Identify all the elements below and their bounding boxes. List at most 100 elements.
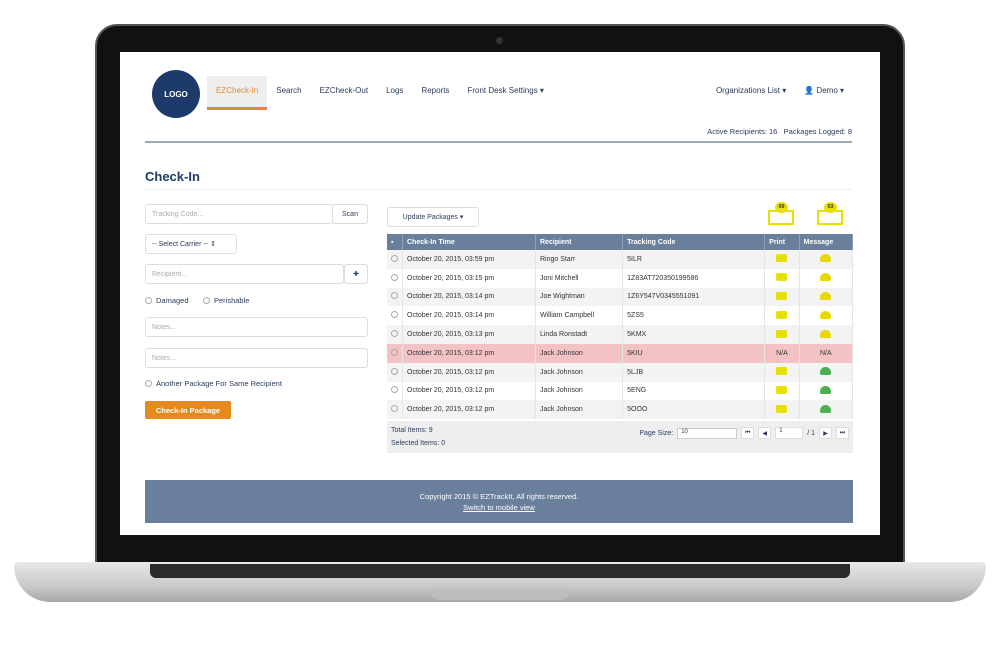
message-cell[interactable] bbox=[799, 250, 854, 269]
perishable-radio[interactable] bbox=[203, 297, 210, 304]
prev-page-button[interactable]: ◀ bbox=[758, 427, 772, 439]
table-row[interactable]: October 20, 2015, 03:14 pm Joe Wightman 1Z… bbox=[387, 287, 854, 307]
print-cell[interactable] bbox=[764, 268, 800, 288]
message-icon[interactable] bbox=[820, 367, 832, 376]
recipient-input[interactable]: Recipient... bbox=[145, 264, 344, 284]
print-cell[interactable] bbox=[764, 400, 800, 420]
message-icon[interactable] bbox=[820, 310, 832, 319]
row-checkbox[interactable] bbox=[387, 343, 403, 363]
nav-search[interactable]: Search bbox=[267, 76, 310, 110]
message-icon[interactable] bbox=[820, 385, 832, 394]
print-icon[interactable] bbox=[776, 254, 788, 263]
damaged-option[interactable]: Damaged bbox=[145, 296, 189, 305]
row-checkbox[interactable] bbox=[387, 325, 403, 344]
table-row[interactable]: October 20, 2015, 03:12 pm Jack Johnson 5K… bbox=[387, 343, 854, 363]
cell: Linda Ronstadt bbox=[535, 325, 624, 344]
col-recipient[interactable]: Recipient bbox=[535, 234, 624, 250]
scan-button[interactable]: Scan bbox=[332, 204, 368, 224]
print-icon[interactable] bbox=[776, 291, 788, 300]
row-checkbox[interactable] bbox=[387, 287, 403, 307]
print-icon[interactable] bbox=[776, 329, 788, 338]
update-packages-button[interactable]: Update Packages ▾ bbox=[387, 207, 479, 227]
packages-table: ▪ Check-In Time Recipient Tracking Code … bbox=[387, 234, 854, 420]
select-all-checkbox[interactable]: ▪ bbox=[387, 234, 403, 250]
table-row[interactable]: October 20, 2015, 03:13 pm Linda Ronstadt… bbox=[387, 325, 854, 344]
carrier-select[interactable]: -- Select Carrier -- ⇕ bbox=[145, 234, 237, 254]
another-package-option[interactable]: Another Package For Same Recipient bbox=[145, 379, 282, 388]
organizations-list-menu[interactable]: Organizations List ▾ bbox=[716, 76, 786, 106]
damaged-radio[interactable] bbox=[145, 297, 152, 304]
table-row[interactable]: October 20, 2015, 03:15 pm Joni Mitchell 1… bbox=[387, 268, 854, 288]
cell: 5ENG bbox=[622, 381, 766, 401]
row-checkbox[interactable] bbox=[387, 362, 403, 382]
message-na: N/A bbox=[799, 343, 854, 363]
table-row[interactable]: October 20, 2015, 03:14 pm William Campbe… bbox=[387, 306, 854, 326]
message-cell[interactable] bbox=[799, 381, 854, 401]
nav-ezcheck-out[interactable]: EZCheck-Out bbox=[311, 76, 377, 110]
page-size-select[interactable]: 10 bbox=[677, 427, 738, 439]
cell: October 20, 2015, 03:13 pm bbox=[402, 325, 536, 344]
first-page-button[interactable]: ⏮ bbox=[741, 427, 755, 439]
message-cell[interactable] bbox=[799, 287, 854, 307]
message-cell[interactable] bbox=[799, 306, 854, 326]
print-cell[interactable] bbox=[764, 325, 800, 344]
message-icon[interactable] bbox=[820, 291, 832, 300]
print-icon[interactable] bbox=[776, 310, 788, 319]
print-icon[interactable] bbox=[776, 404, 788, 413]
check-in-package-button[interactable]: Check-In Package bbox=[145, 401, 231, 419]
message-icon[interactable] bbox=[820, 329, 832, 338]
notes-input-1[interactable]: Notes... bbox=[145, 317, 368, 337]
message-icon[interactable] bbox=[820, 404, 832, 413]
page-input[interactable]: 1 bbox=[775, 427, 804, 439]
last-page-button[interactable]: ⏭ bbox=[836, 427, 849, 439]
print-cell[interactable] bbox=[764, 381, 800, 401]
print-cell[interactable] bbox=[764, 250, 800, 269]
message-badge-icon[interactable]: 03 bbox=[817, 202, 843, 226]
print-na: N/A bbox=[764, 343, 800, 363]
col-check-in-time[interactable]: Check-In Time bbox=[402, 234, 536, 250]
print-cell[interactable] bbox=[764, 306, 800, 326]
perishable-option[interactable]: Perishable bbox=[203, 296, 249, 305]
table-row[interactable]: October 20, 2015, 03:59 pm Ringo Starr 5IL… bbox=[387, 250, 854, 269]
table-row[interactable]: October 20, 2015, 03:12 pm Jack Johnson 5E… bbox=[387, 381, 854, 401]
mobile-view-link[interactable]: Switch to mobile view bbox=[463, 503, 535, 512]
row-checkbox[interactable] bbox=[387, 400, 403, 420]
nav-front-desk-settings[interactable]: Front Desk Settings ▾ bbox=[458, 76, 553, 110]
cell: 5KMX bbox=[622, 325, 766, 344]
print-cell[interactable] bbox=[764, 362, 800, 382]
table-row[interactable]: October 20, 2015, 03:12 pm Jack Johnson 5L… bbox=[387, 362, 854, 382]
print-badge-icon[interactable]: 09 bbox=[768, 202, 794, 226]
message-icon[interactable] bbox=[820, 273, 832, 282]
user-menu[interactable]: 👤 Demo ▾ bbox=[804, 76, 844, 106]
print-icon[interactable] bbox=[776, 385, 788, 394]
print-cell[interactable] bbox=[764, 287, 800, 307]
another-package-checkbox[interactable] bbox=[145, 380, 152, 387]
nav-reports[interactable]: Reports bbox=[412, 76, 458, 110]
table-row[interactable]: October 20, 2015, 03:12 pm Jack Johnson 5O… bbox=[387, 400, 854, 420]
message-cell[interactable] bbox=[799, 362, 854, 382]
row-checkbox[interactable] bbox=[387, 306, 403, 326]
nav-logs[interactable]: Logs bbox=[377, 76, 412, 110]
nav-ezcheck-in[interactable]: EZCheck-In bbox=[207, 76, 268, 110]
tracking-code-input[interactable]: Tracking Code... bbox=[145, 204, 333, 224]
row-checkbox[interactable] bbox=[387, 268, 403, 288]
cell: 5OOO bbox=[622, 400, 766, 420]
next-page-button[interactable]: ▶ bbox=[819, 427, 832, 439]
message-cell[interactable] bbox=[799, 268, 854, 288]
copyright: Copyright 2015 © EZTrackIt, All rights r… bbox=[419, 492, 579, 501]
logo[interactable]: LOGO bbox=[152, 70, 200, 118]
print-icon[interactable] bbox=[776, 367, 788, 376]
message-cell[interactable] bbox=[799, 400, 854, 420]
cell: Joe Wightman bbox=[535, 287, 624, 307]
cell: October 20, 2015, 03:59 pm bbox=[402, 250, 536, 269]
message-icon[interactable] bbox=[820, 254, 832, 263]
print-icon[interactable] bbox=[776, 273, 788, 282]
notes-input-2[interactable]: Notes... bbox=[145, 348, 368, 368]
row-checkbox[interactable] bbox=[387, 381, 403, 401]
user-icon: 👤 bbox=[804, 86, 815, 95]
message-cell[interactable] bbox=[799, 325, 854, 344]
add-recipient-button[interactable]: ✚ bbox=[344, 264, 368, 284]
divider bbox=[145, 189, 852, 190]
row-checkbox[interactable] bbox=[387, 250, 403, 269]
col-tracking-code[interactable]: Tracking Code bbox=[622, 234, 766, 250]
